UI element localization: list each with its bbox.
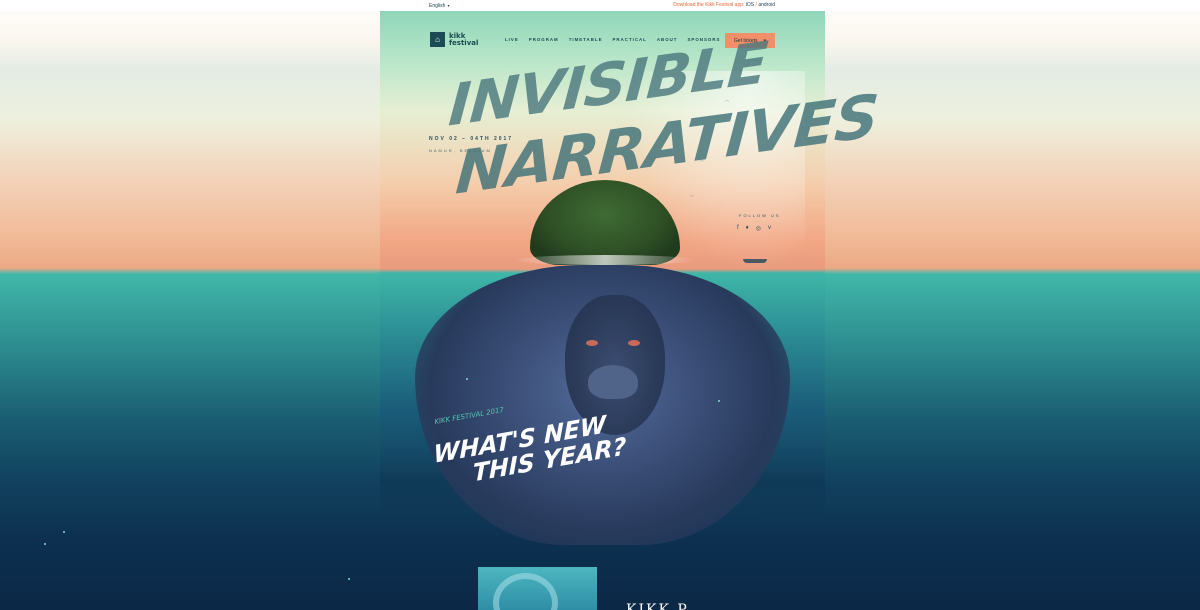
logo-text: kikk festival [449, 32, 479, 47]
logo-line2: festival [449, 38, 479, 47]
boat-illustration [743, 259, 767, 263]
section-thumbnail[interactable] [478, 567, 597, 610]
twitter-icon[interactable]: ♦ [746, 225, 749, 232]
link-separator: / [755, 2, 757, 8]
bird-icon: ⌒ [725, 100, 729, 105]
nav-item-practical[interactable]: PRACTICAL [613, 37, 647, 42]
ios-link[interactable]: iOS [746, 2, 754, 8]
top-bar: English ▾ Download the Kikk Festival app… [0, 0, 1200, 11]
festival-dates: NOV 02 – 04TH 2017 [429, 136, 514, 142]
gorilla-eye [628, 340, 640, 346]
bird-icon: ⌒ [700, 160, 704, 165]
house-icon: ⌂ [430, 32, 445, 47]
gorilla-nose [588, 365, 638, 399]
app-download-label: Download the Kikk Festival app: [673, 2, 745, 8]
social-links: f ♦ ◎ v [737, 225, 771, 232]
nav-item-program[interactable]: PROGRAM [529, 37, 559, 42]
gorilla-eye [586, 340, 598, 346]
headset-illustration [493, 573, 558, 610]
island-foam [515, 255, 695, 265]
bubble [44, 543, 46, 545]
bubble [718, 400, 720, 402]
follow-us-label: FOLLOW US [739, 213, 781, 218]
instagram-icon[interactable]: ◎ [756, 225, 761, 232]
bubble [466, 378, 468, 380]
nav-item-timetable[interactable]: TIMETABLE [569, 37, 603, 42]
festival-location: NAMUR, BELGIUM [429, 148, 492, 153]
bubble [348, 578, 350, 580]
kikk-logo[interactable]: ⌂ kikk festival [430, 32, 478, 47]
language-label: English [429, 3, 446, 9]
vimeo-icon[interactable]: v [768, 225, 771, 232]
app-download-text: Download the Kikk Festival app: iOS / an… [673, 0, 775, 11]
android-link[interactable]: android [758, 2, 775, 8]
bubble [63, 531, 65, 533]
nav-item-live[interactable]: LIVE [505, 37, 519, 42]
section-heading: KIKK P [626, 602, 689, 610]
facebook-icon[interactable]: f [737, 225, 739, 232]
bird-icon: ⌒ [690, 195, 694, 200]
chevron-down-icon: ▾ [446, 3, 450, 8]
